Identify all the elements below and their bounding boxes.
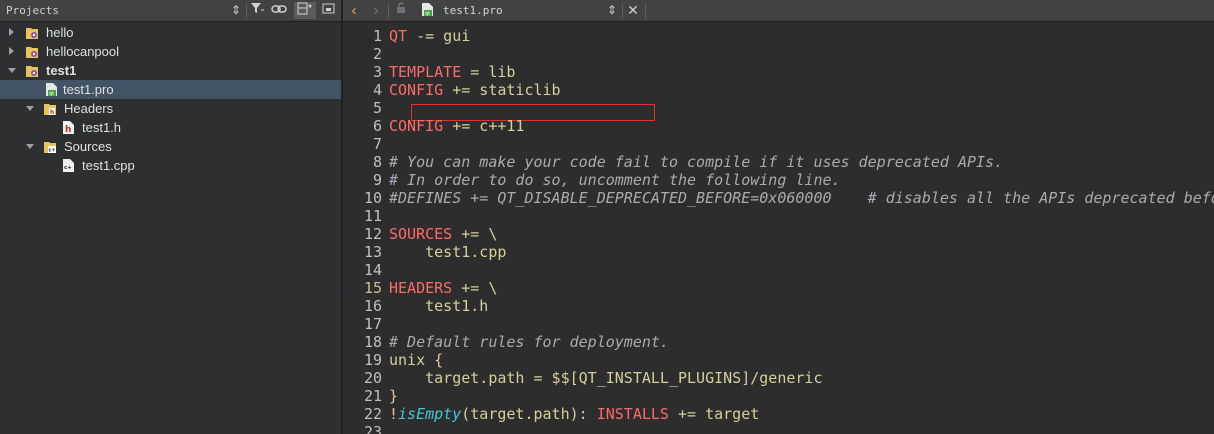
toolbar-divider: [622, 3, 623, 19]
code-line[interactable]: HEADERS += \: [389, 279, 497, 297]
headers-folder-icon: h: [43, 101, 57, 116]
tree-item-test1-pro[interactable]: qt test1.pro: [0, 80, 341, 99]
line-number: 17: [363, 315, 382, 333]
open-file-name[interactable]: test1.pro: [443, 4, 503, 17]
line-number: 7: [372, 135, 382, 153]
forward-arrow-icon[interactable]: ›: [367, 2, 385, 19]
tree-label: test1.pro: [63, 82, 114, 97]
qt-project-icon: [25, 63, 39, 78]
line-number: 15: [363, 279, 382, 297]
qt-project-icon: [25, 25, 39, 40]
projects-toolbar: Projects ⇕: [0, 0, 341, 22]
line-number: 20: [363, 369, 382, 387]
projects-panel: Projects ⇕ hello hellocanpool test1 qt t…: [0, 0, 341, 434]
code-line[interactable]: unix {: [389, 351, 443, 369]
toolbar-divider: [645, 3, 646, 19]
code-line[interactable]: # Default rules for deployment.: [389, 333, 669, 351]
projects-title: Projects: [6, 4, 59, 17]
svg-text:qt: qt: [425, 11, 430, 17]
tree-item-test1-cpp[interactable]: c+ test1.cpp: [0, 156, 341, 175]
qt-pro-file-icon: qt: [45, 82, 59, 97]
expand-arrow-icon[interactable]: [9, 47, 14, 55]
close-panel-icon[interactable]: [319, 2, 337, 19]
line-number: 13: [363, 243, 382, 261]
svg-text:c+: c+: [64, 165, 72, 171]
code-line[interactable]: CONFIG += c++11: [389, 117, 524, 135]
line-number: 3: [372, 63, 382, 81]
line-number: 5: [372, 99, 382, 117]
line-number: 4: [372, 81, 382, 99]
tree-label: Headers: [64, 101, 114, 116]
line-number: 19: [363, 351, 382, 369]
svg-text:h: h: [65, 125, 71, 135]
tree-item-test1[interactable]: test1: [0, 61, 341, 80]
code-line[interactable]: }: [389, 387, 398, 405]
code-line[interactable]: #DEFINES += QT_DISABLE_DEPRECATED_BEFORE…: [389, 189, 1214, 207]
filter-icon[interactable]: [248, 2, 266, 19]
line-number: 2: [372, 45, 382, 63]
code-line[interactable]: test1.cpp: [389, 243, 506, 261]
header-file-icon: h: [62, 120, 76, 135]
link-icon[interactable]: [270, 2, 288, 19]
code-area[interactable]: QT -= gui TEMPLATE = lib CONFIG += staticl…: [389, 22, 1214, 434]
code-line[interactable]: test1.h: [389, 297, 488, 315]
collapse-arrow-icon[interactable]: [8, 68, 16, 73]
qt-project-icon: [25, 44, 39, 59]
tree-label: Sources: [64, 139, 112, 154]
tree-item-test1-h[interactable]: h test1.h: [0, 118, 341, 137]
toolbar-divider: [246, 3, 247, 19]
toolbar-divider: [388, 3, 389, 19]
tree-label: hellocanpool: [46, 44, 120, 59]
tree-item-sources[interactable]: c+ Sources: [0, 137, 341, 156]
line-number: 18: [363, 333, 382, 351]
tree-label: test1: [46, 63, 77, 78]
editor-toolbar: ‹ › qt test1.pro ⇕ ✕: [343, 0, 1214, 22]
tree-label: hello: [46, 25, 74, 40]
line-number: 21: [363, 387, 382, 405]
svg-text:qt: qt: [49, 91, 54, 97]
qt-pro-file-icon: qt: [418, 2, 436, 19]
code-line[interactable]: # You can make your code fail to compile…: [389, 153, 1003, 171]
line-number: 1: [372, 27, 382, 45]
line-number: 22: [363, 405, 382, 423]
code-line[interactable]: CONFIG += staticlib: [389, 81, 561, 99]
back-arrow-icon[interactable]: ‹: [345, 2, 363, 19]
tree-item-headers[interactable]: h Headers: [0, 99, 341, 118]
line-number-gutter: 1 2 3 4 5 6 7 8 9 10 11 12 13 14 15 16 17 18 19 20 21 22 23: [343, 22, 386, 434]
tree-item-hello[interactable]: hello: [0, 23, 341, 42]
expand-arrow-icon[interactable]: [9, 28, 14, 36]
line-number: 16: [363, 297, 382, 315]
svg-text:c+: c+: [49, 148, 56, 154]
split-icon[interactable]: [294, 2, 316, 19]
tree-item-hellocanpool[interactable]: hellocanpool: [0, 42, 341, 61]
lock-icon: [392, 2, 410, 19]
code-line[interactable]: target.path = $$[QT_INSTALL_PLUGINS]/gen…: [389, 369, 822, 387]
tree-label: test1.h: [82, 120, 122, 135]
code-line[interactable]: SOURCES += \: [389, 225, 497, 243]
svg-text:h: h: [50, 109, 54, 116]
qt-creator-window: Projects ⇕ hello hellocanpool test1 qt t…: [0, 0, 1214, 434]
sources-folder-icon: c+: [43, 139, 57, 154]
tree-label: test1.cpp: [82, 158, 135, 173]
line-number: 8: [372, 153, 382, 171]
code-line[interactable]: QT -= gui: [389, 27, 470, 45]
line-number: 14: [363, 261, 382, 279]
code-editor: ‹ › qt test1.pro ⇕ ✕ 1 2 3 4 5 6 7 8 9 10 11 12 13 14…: [343, 0, 1214, 434]
collapse-arrow-icon[interactable]: [26, 106, 34, 111]
line-number: 10: [363, 189, 382, 207]
line-number: 9: [372, 171, 382, 189]
collapse-arrow-icon[interactable]: [26, 144, 34, 149]
code-line[interactable]: !isEmpty(target.path): INSTALLS += targe…: [389, 405, 759, 423]
line-number: 6: [372, 117, 382, 135]
line-number: 12: [363, 225, 382, 243]
line-number: 23: [363, 423, 382, 434]
file-switcher-icon[interactable]: ⇕: [603, 2, 621, 19]
close-editor-icon[interactable]: ✕: [624, 2, 642, 19]
cpp-file-icon: c+: [62, 158, 76, 173]
sort-icon[interactable]: ⇕: [227, 2, 245, 19]
line-number: 11: [363, 207, 382, 225]
code-line[interactable]: TEMPLATE = lib: [389, 63, 515, 81]
code-line[interactable]: # In order to do so, uncomment the follo…: [389, 171, 841, 189]
